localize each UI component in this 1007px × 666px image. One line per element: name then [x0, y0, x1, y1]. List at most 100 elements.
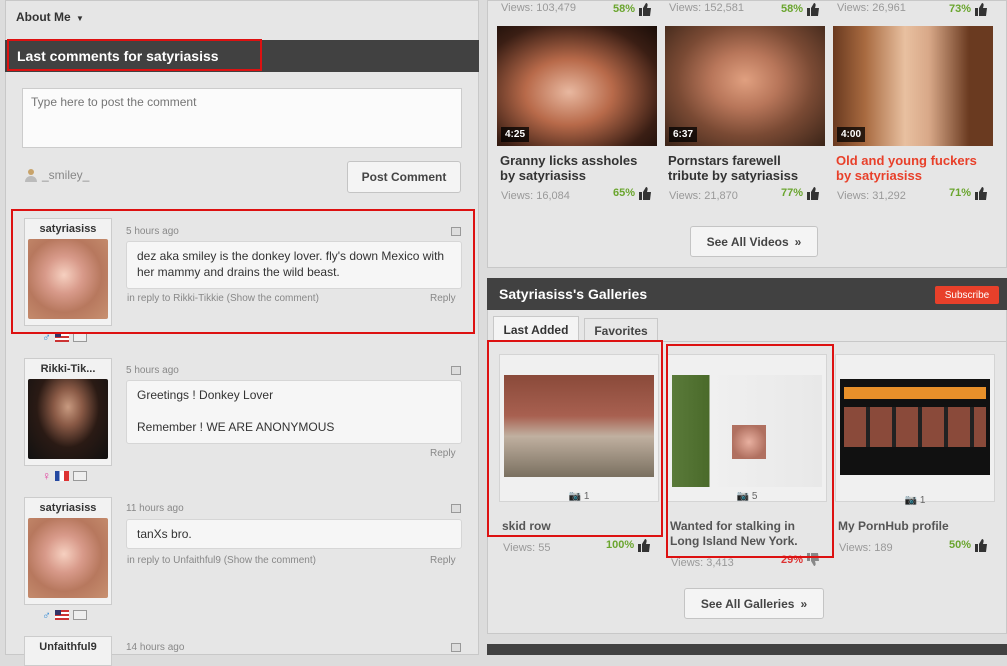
about-me-menu[interactable]: About Me ▼: [16, 10, 84, 24]
mail-icon[interactable]: [73, 471, 87, 481]
flag-comment-icon[interactable]: [451, 366, 461, 375]
video-views: Views: 31,292: [837, 190, 906, 202]
gallery-views: Views: 3,413: [671, 557, 734, 569]
double-chevron-right-icon: »: [794, 234, 802, 249]
gallery-title[interactable]: My PornHub profile: [838, 519, 993, 534]
photo-count: 1: [583, 491, 590, 502]
us-flag-icon: [55, 610, 69, 620]
thumbs-up-icon[interactable]: [806, 2, 820, 16]
video-thumbnail[interactable]: 4:25: [497, 26, 657, 146]
see-all-videos-button[interactable]: See All Videos »: [690, 226, 818, 257]
gallery-photo-count: 📷 5: [736, 491, 758, 502]
gallery-title[interactable]: Wanted for stalking in Long Island New Y…: [670, 519, 825, 549]
video-title[interactable]: Pornstars farewell tribute by satyriasis…: [668, 153, 823, 183]
thumbs-up-icon[interactable]: [637, 538, 651, 552]
tabs-divider: [487, 341, 1007, 342]
comment-text: Greetings ! Donkey Lover Remember ! WE A…: [126, 380, 462, 444]
avatar[interactable]: [28, 239, 108, 319]
reply-link[interactable]: Reply: [430, 448, 456, 459]
tab-favorites[interactable]: Favorites: [584, 318, 658, 342]
comment-avatar-box: Unfaithful9: [24, 636, 112, 666]
rating-value: 100%: [606, 539, 635, 551]
reply-link[interactable]: Reply: [430, 293, 456, 304]
video-views: Views: 152,581: [669, 2, 745, 14]
reply-link[interactable]: Reply: [430, 555, 456, 566]
see-all-galleries-button[interactable]: See All Galleries »: [684, 588, 824, 619]
video-thumbnail[interactable]: 6:37: [665, 26, 825, 146]
video-thumbnail[interactable]: 4:00: [833, 26, 993, 146]
thumbs-up-icon[interactable]: [974, 2, 988, 16]
video-rating: 77%: [781, 186, 820, 200]
comment-author[interactable]: satyriasiss: [25, 498, 111, 514]
avatar[interactable]: [28, 379, 108, 459]
comment-time: 5 hours ago: [126, 226, 179, 237]
galleries-header: Satyriasiss's Galleries: [487, 278, 1007, 310]
video-views: Views: 26,961: [837, 2, 906, 14]
thumbs-up-icon[interactable]: [806, 186, 820, 200]
video-rating: 58%: [613, 2, 652, 16]
video-duration: 4:25: [501, 127, 530, 142]
subscribe-button[interactable]: Subscribe: [935, 286, 999, 304]
comment-time: 5 hours ago: [126, 365, 179, 376]
thumbs-up-icon[interactable]: [638, 2, 652, 16]
tab-last-added[interactable]: Last Added: [493, 316, 579, 342]
double-chevron-right-icon: »: [800, 596, 808, 611]
gallery-card[interactable]: 📷 1: [835, 354, 995, 506]
avatar[interactable]: [28, 518, 108, 598]
gallery-rating: 100%: [606, 538, 651, 552]
rating-value: 58%: [781, 3, 804, 15]
comment-avatar-box: satyriasiss: [24, 497, 112, 605]
user-icon: [24, 168, 38, 182]
see-all-videos-label: See All Videos: [706, 234, 789, 249]
video-title[interactable]: Old and young fuckers by satyriasiss: [836, 153, 991, 183]
gallery-title[interactable]: skid row: [502, 519, 652, 534]
comments-title: Last comments for satyriasiss: [17, 48, 219, 64]
comment-reply-to[interactable]: in reply to Unfaithful9 (Show the commen…: [127, 555, 316, 566]
comment-textarea[interactable]: [22, 88, 462, 148]
gallery-thumbnail[interactable]: [840, 379, 990, 475]
gallery-rating: 29%: [781, 553, 820, 567]
comment-time: 11 hours ago: [126, 503, 184, 514]
comment-icons: ♂: [42, 608, 87, 622]
thumbs-up-icon[interactable]: [974, 538, 988, 552]
comments-header: Last comments for satyriasiss: [5, 40, 479, 72]
gallery-thumbnail[interactable]: [504, 375, 654, 477]
thumbs-up-icon[interactable]: [638, 186, 652, 200]
video-duration: 6:37: [669, 127, 698, 142]
video-views: Views: 21,870: [669, 190, 738, 202]
comment-text-line: Greetings ! Donkey Lover: [137, 388, 274, 402]
male-icon: ♂: [42, 330, 51, 344]
flag-comment-icon[interactable]: [451, 643, 461, 652]
comment-author[interactable]: satyriasiss: [25, 219, 111, 235]
mail-icon[interactable]: [73, 610, 87, 620]
comment-time: 14 hours ago: [126, 642, 185, 653]
gallery-card[interactable]: 📷 5: [667, 354, 827, 502]
current-user-name: _smiley_: [42, 168, 90, 182]
rating-value: 50%: [949, 539, 972, 551]
thumbs-down-icon[interactable]: [806, 553, 820, 567]
comment-author[interactable]: Rikki-Tik...: [25, 359, 111, 375]
female-icon: ♀: [42, 469, 51, 483]
gallery-photo-count: 📷 1: [568, 491, 590, 502]
comment-text: dez aka smiley is the donkey lover. fly'…: [126, 241, 462, 289]
us-flag-icon: [55, 332, 69, 342]
rating-value: 77%: [781, 187, 804, 199]
comment-reply-to[interactable]: in reply to Rikki-Tikkie (Show the comme…: [127, 293, 319, 304]
next-section-header: [487, 644, 1007, 655]
video-rating: 65%: [613, 186, 652, 200]
gallery-views: Views: 55: [503, 542, 551, 554]
gallery-card[interactable]: 📷 1: [499, 354, 659, 502]
flag-comment-icon[interactable]: [451, 504, 461, 513]
gallery-thumbnail[interactable]: [672, 375, 822, 487]
galleries-title: Satyriasiss's Galleries: [499, 286, 648, 302]
post-comment-button[interactable]: Post Comment: [347, 161, 461, 193]
photo-count: 1: [919, 495, 926, 506]
comment-icons: ♂: [42, 330, 87, 344]
mail-icon[interactable]: [73, 332, 87, 342]
flag-comment-icon[interactable]: [451, 227, 461, 236]
gallery-views: Views: 189: [839, 542, 893, 554]
comment-avatar-box: Rikki-Tik...: [24, 358, 112, 466]
video-title[interactable]: Granny licks assholes by satyriasiss: [500, 153, 655, 183]
thumbs-up-icon[interactable]: [974, 186, 988, 200]
comment-author[interactable]: Unfaithful9: [25, 637, 111, 653]
